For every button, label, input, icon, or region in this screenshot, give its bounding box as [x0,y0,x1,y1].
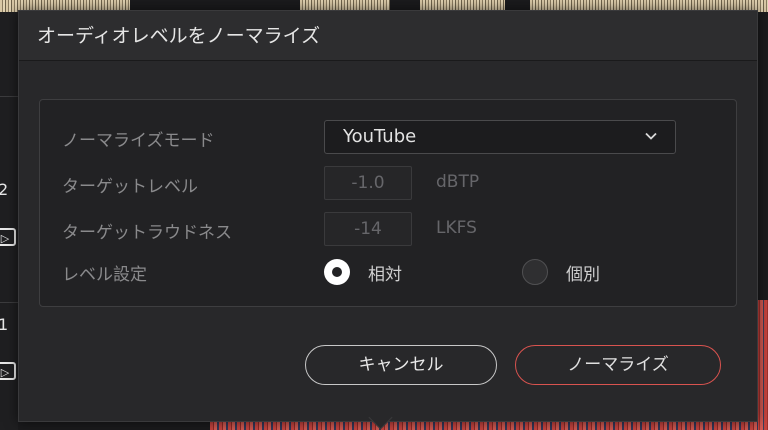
cancel-button[interactable]: キャンセル [305,345,497,385]
target-level-field[interactable]: -1.0 [324,166,412,200]
normalize-mode-label: ノーマライズモード [62,131,215,151]
track-number: 1 [0,315,9,334]
settings-panel: ノーマライズモード YouTube ターゲットレベル -1.0 dBTP ターゲ… [39,99,737,307]
relative-radio-label: 相対 [368,265,402,285]
normalize-button[interactable]: ノーマライズ [515,345,721,385]
level-setting-label: レベル設定 [62,265,147,285]
normalize-audio-dialog: オーディオレベルをノーマライズ ノーマライズモード YouTube ターゲットレ… [18,10,758,422]
individual-radio-label: 個別 [566,265,600,285]
chevron-down-icon [645,132,657,140]
target-level-unit: dBTP [436,172,480,192]
clip-box-icon: ▷ [0,228,16,246]
target-level-label: ターゲットレベル [62,177,198,197]
normalize-mode-value: YouTube [343,126,417,147]
clip-box-icon: ▷ [0,362,16,380]
target-loudness-label: ターゲットラウドネス [62,223,232,243]
relative-radio[interactable] [324,259,350,285]
target-loudness-field[interactable]: -14 [324,212,412,246]
track-header-strip: 2 ▷ 1 ▷ [0,12,18,430]
individual-radio[interactable] [522,259,548,285]
target-loudness-unit: LKFS [436,218,477,238]
track-number: 2 [0,180,9,199]
normalize-mode-select[interactable]: YouTube [324,120,676,154]
dialog-title: オーディオレベルをノーマライズ [19,11,757,61]
